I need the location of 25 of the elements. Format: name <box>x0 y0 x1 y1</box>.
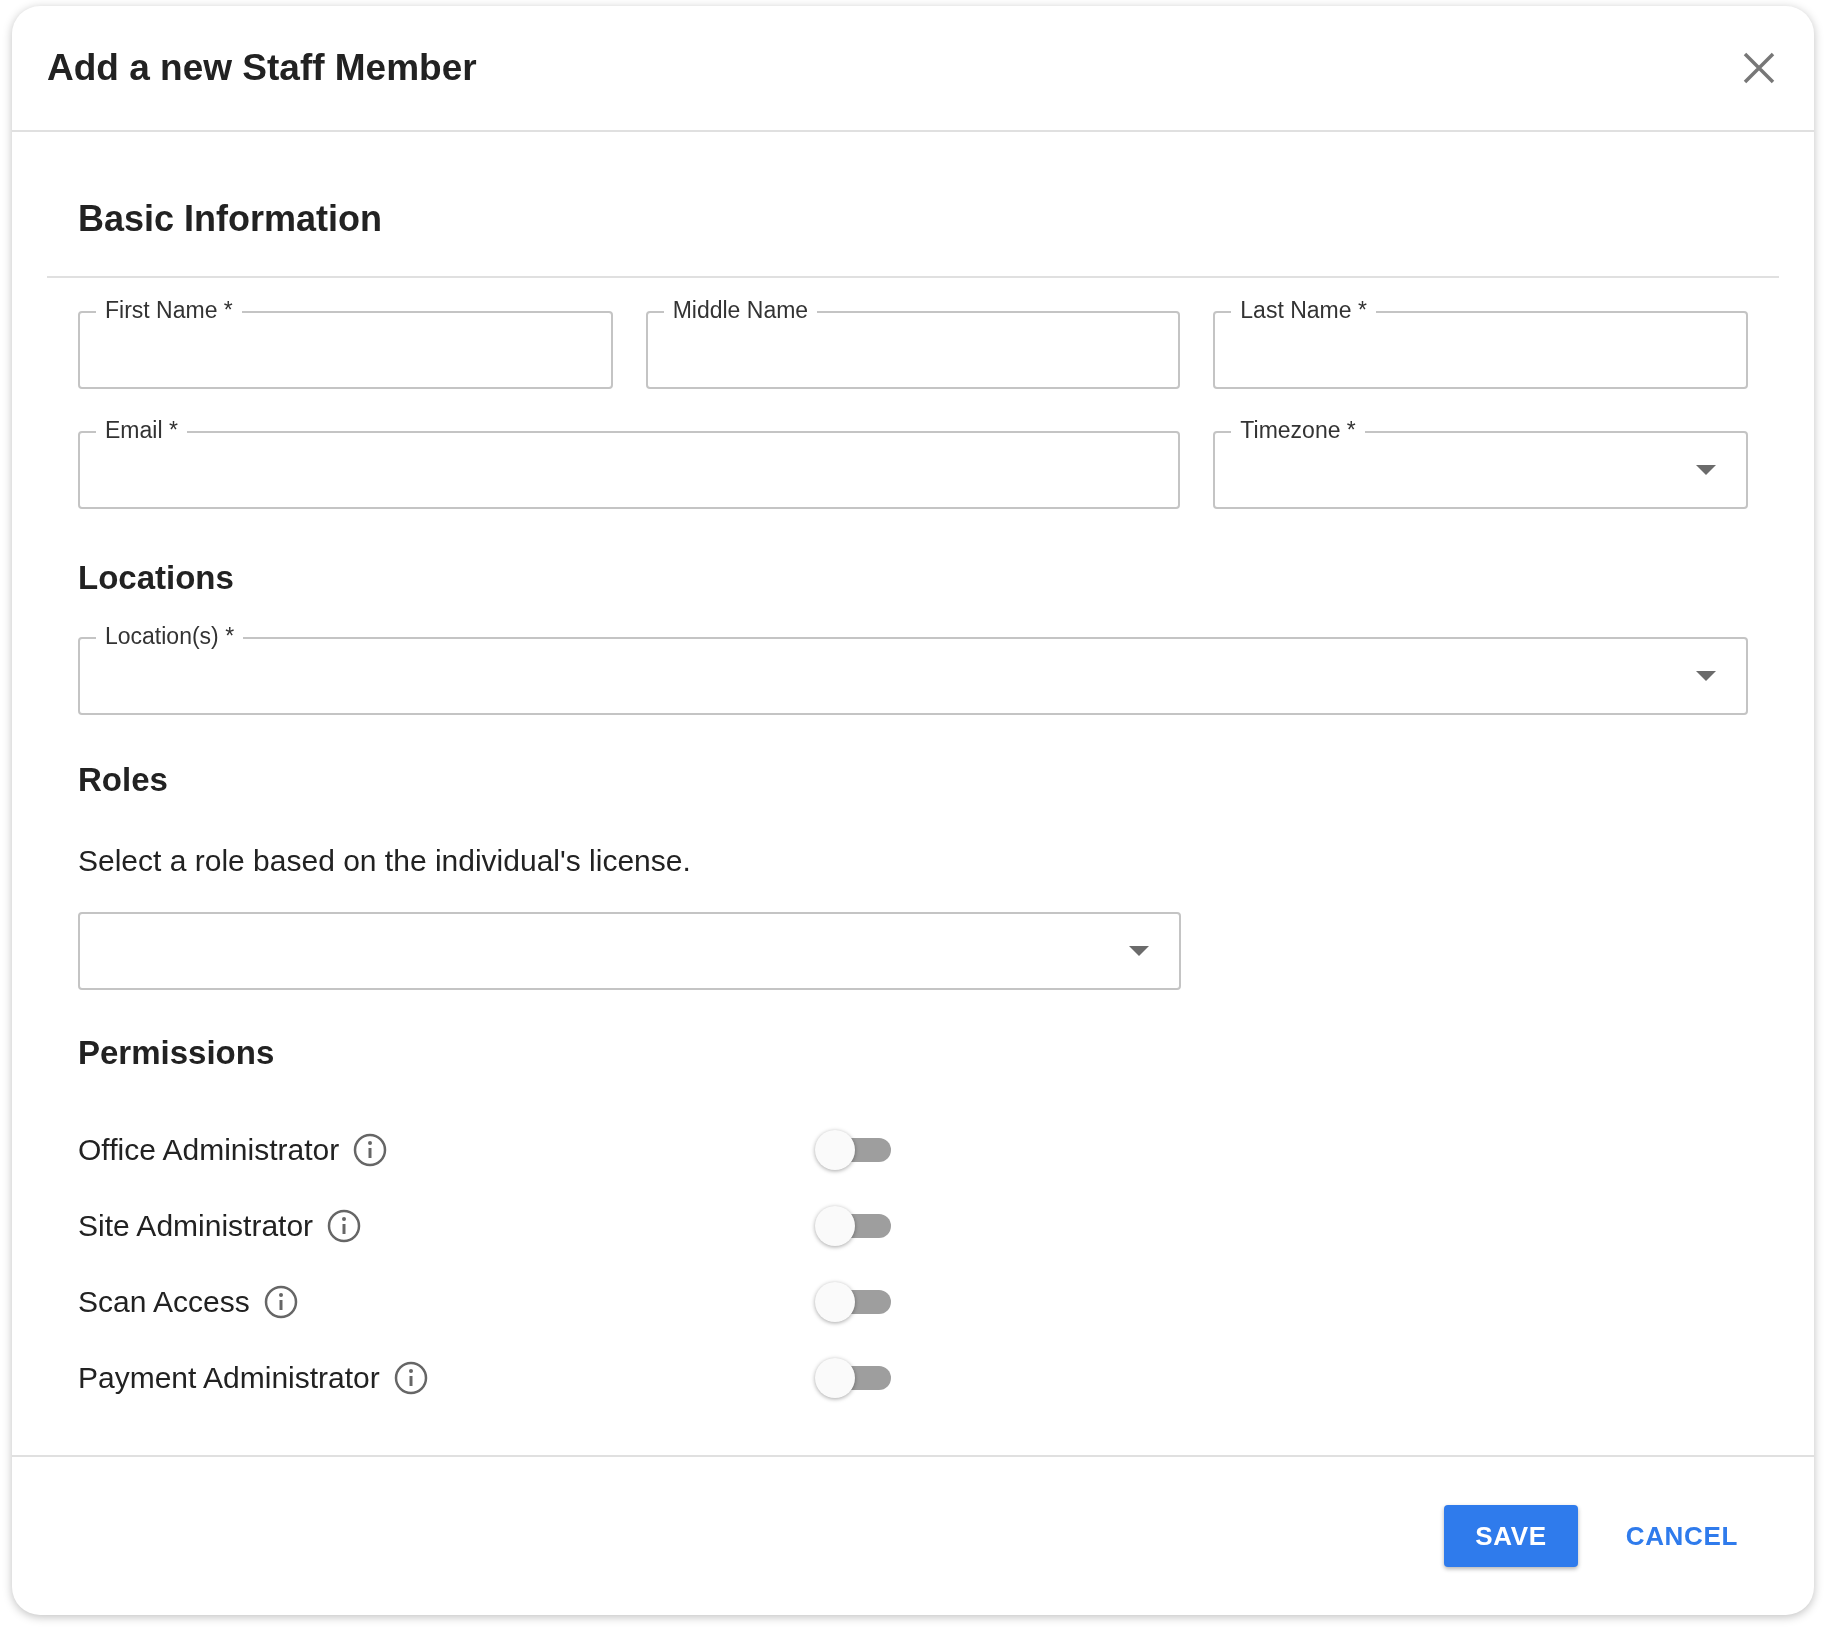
select-field[interactable] <box>78 912 1181 990</box>
dialog-title: Add a new Staff Member <box>47 46 477 91</box>
permission-label: Payment Administrator <box>78 1360 380 1396</box>
section-heading: Permissions <box>78 1033 276 1073</box>
info-icon[interactable] <box>353 1132 388 1167</box>
toggle-switch[interactable] <box>815 1205 891 1246</box>
roles-description: Select a role based on the individual's license. <box>78 843 692 879</box>
dropdown-caret-icon <box>1129 946 1149 956</box>
permission-label: Site Administrator <box>78 1208 314 1244</box>
toggle-switch[interactable] <box>815 1129 891 1170</box>
dropdown-caret-icon <box>1696 465 1716 475</box>
toggle-switch[interactable] <box>815 1357 891 1398</box>
permission-label: Office Administrator <box>78 1132 340 1168</box>
info-icon[interactable] <box>263 1284 298 1319</box>
save-button[interactable]: SAVE <box>1444 1505 1578 1567</box>
permission-label: Scan Access <box>78 1284 250 1320</box>
toggle-switch[interactable] <box>815 1281 891 1322</box>
info-icon[interactable] <box>393 1360 428 1395</box>
section-heading: Roles <box>78 759 169 800</box>
cancel-button[interactable]: CANCEL <box>1625 1505 1738 1567</box>
info-icon[interactable] <box>327 1208 362 1243</box>
close-icon[interactable] <box>1742 51 1776 85</box>
section-heading: Locations <box>78 558 235 598</box>
dropdown-caret-icon <box>1696 670 1716 681</box>
section-heading: Basic Information <box>78 197 384 241</box>
